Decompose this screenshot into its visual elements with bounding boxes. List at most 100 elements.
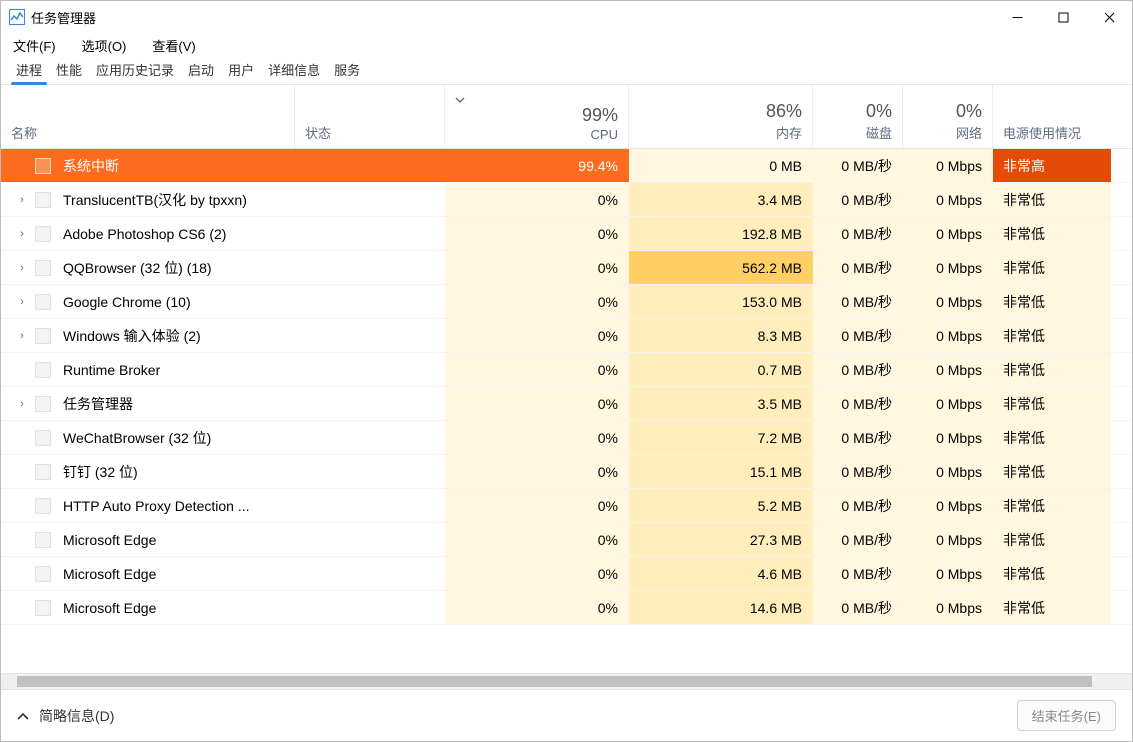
col-header-cpu[interactable]: 99% CPU [445,85,629,148]
power-cell: 非常低 [993,285,1111,318]
memory-cell: 192.8 MB [629,217,813,250]
tab-4[interactable]: 用户 [221,55,261,84]
network-cell: 0 Mbps [903,251,993,284]
process-name: TranslucentTB(汉化 by tpxxn) [63,190,247,210]
disk-cell: 0 MB/秒 [813,387,903,420]
col-header-name[interactable]: 名称 [1,85,295,148]
process-table[interactable]: 系统中断99.4%0 MB0 MB/秒0 Mbps非常高›Translucent… [1,149,1132,673]
process-name-cell: Runtime Broker [1,353,295,386]
expand-icon[interactable]: › [15,262,29,274]
network-summary: 0% [913,101,982,123]
table-row[interactable]: 系统中断99.4%0 MB0 MB/秒0 Mbps非常高 [1,149,1132,183]
col-network-label: 网络 [913,123,982,142]
end-task-button[interactable]: 结束任务(E) [1017,700,1116,731]
process-icon [35,294,51,310]
network-cell: 0 Mbps [903,557,993,590]
col-header-network[interactable]: 0% 网络 [903,85,993,148]
expand-icon[interactable]: › [15,398,29,410]
title-bar: 任务管理器 [1,1,1132,33]
tab-bar: 进程性能应用历史记录启动用户详细信息服务 [1,57,1132,85]
table-row[interactable]: ›QQBrowser (32 位) (18)0%562.2 MB0 MB/秒0 … [1,251,1132,285]
col-header-disk[interactable]: 0% 磁盘 [813,85,903,148]
table-row[interactable]: › Adobe Photoshop CS6 (2) 0%192.8 MB0 MB/秒… [1,217,1132,251]
memory-cell: 153.0 MB [629,285,813,318]
table-row[interactable]: Microsoft Edge0%14.6 MB0 MB/秒0 Mbps非常低 [1,591,1132,625]
col-header-memory[interactable]: 86% 内存 [629,85,813,148]
network-cell: 0 Mbps [903,455,993,488]
horizontal-scrollbar[interactable] [1,673,1132,689]
menu-options[interactable]: 选项(O) [78,34,131,57]
table-row[interactable]: ›Google Chrome (10)0%153.0 MB0 MB/秒0 Mbp… [1,285,1132,319]
process-name-cell: Microsoft Edge [1,591,295,624]
col-header-status[interactable]: 状态 [295,85,445,148]
fewer-details-link[interactable]: 简略信息(D) [39,706,114,726]
network-cell: 0 Mbps [903,149,993,182]
expand-icon[interactable]: › [15,228,29,240]
tab-2[interactable]: 应用历史记录 [89,55,181,84]
table-row[interactable]: 钉钉 (32 位)0%15.1 MB0 MB/秒0 Mbps非常低 [1,455,1132,489]
network-cell: 0 Mbps [903,183,993,216]
tab-1[interactable]: 性能 [49,55,89,84]
col-disk-label: 磁盘 [823,123,892,142]
power-cell: 非常低 [993,353,1111,386]
table-row[interactable]: Runtime Broker0%0.7 MB0 MB/秒0 Mbps非常低 [1,353,1132,387]
table-row[interactable]: WeChatBrowser (32 位)0%7.2 MB0 MB/秒0 Mbps… [1,421,1132,455]
disk-cell: 0 MB/秒 [813,319,903,352]
table-row[interactable]: ›TranslucentTB(汉化 by tpxxn)0%3.4 MB0 MB/… [1,183,1132,217]
process-name: Microsoft Edge [63,566,156,582]
menu-view[interactable]: 查看(V) [148,34,199,57]
power-cell: 非常低 [993,387,1111,420]
memory-cell: 14.6 MB [629,591,813,624]
cpu-cell: 99.4% [445,149,629,182]
menu-file[interactable]: 文件(F) [9,34,60,57]
process-name-cell: HTTP Auto Proxy Detection ... [1,489,295,522]
disk-cell: 0 MB/秒 [813,217,903,250]
process-name: 钉钉 (32 位) [63,462,138,482]
cpu-cell: 0% [445,591,629,624]
expand-icon[interactable]: › [15,194,29,206]
expand-icon[interactable]: › [15,296,29,308]
chevron-up-icon[interactable] [17,708,29,724]
status-cell [295,353,445,386]
disk-cell: 0 MB/秒 [813,489,903,522]
cpu-cell: 0% [445,319,629,352]
table-row[interactable]: ›Windows 输入体验 (2)0%8.3 MB0 MB/秒0 Mbps非常低 [1,319,1132,353]
network-cell: 0 Mbps [903,353,993,386]
cpu-cell: 0% [445,557,629,590]
tab-5[interactable]: 详细信息 [261,55,327,84]
table-row[interactable]: HTTP Auto Proxy Detection ...0%5.2 MB0 M… [1,489,1132,523]
power-cell: 非常低 [993,421,1111,454]
process-name-cell: 系统中断 [1,149,295,182]
process-name-cell: ›任务管理器 [1,387,295,420]
cpu-cell: 0% [445,217,629,250]
process-name: Windows 输入体验 (2) [63,326,201,346]
process-name: QQBrowser (32 位) (18) [63,258,212,278]
close-button[interactable] [1086,1,1132,33]
process-name-cell: 钉钉 (32 位) [1,455,295,488]
tab-3[interactable]: 启动 [181,55,221,84]
table-row[interactable]: Microsoft Edge0%27.3 MB0 MB/秒0 Mbps非常低 [1,523,1132,557]
process-name: Adobe Photoshop CS6 (2) [63,226,226,242]
expand-icon[interactable]: › [15,330,29,342]
minimize-button[interactable] [994,1,1040,33]
tab-6[interactable]: 服务 [327,55,367,84]
sort-chevron-icon [455,91,465,106]
maximize-button[interactable] [1040,1,1086,33]
table-row[interactable]: Microsoft Edge0%4.6 MB0 MB/秒0 Mbps非常低 [1,557,1132,591]
power-cell: 非常低 [993,455,1111,488]
process-icon [35,328,51,344]
process-name-cell: WeChatBrowser (32 位) [1,421,295,454]
disk-cell: 0 MB/秒 [813,455,903,488]
process-name-cell: › QQBrowser (32 位) (18) [1,251,295,284]
process-icon [35,192,51,208]
col-header-power[interactable]: 电源使用情况 [993,85,1132,148]
power-cell: 非常低 [993,319,1111,352]
tab-0[interactable]: 进程 [9,55,49,84]
column-headers: 名称 状态 99% CPU 86% 内存 0% 磁盘 0% 网络 电源使用情况 [1,85,1132,149]
cpu-cell: 0% [445,183,629,216]
cpu-cell: 0% [445,421,629,454]
col-power-label: 电源使用情况 [1003,123,1122,142]
cpu-cell: 0% [445,251,629,284]
memory-cell: 562.2 MB [629,251,813,284]
table-row[interactable]: ›任务管理器0%3.5 MB0 MB/秒0 Mbps非常低 [1,387,1132,421]
